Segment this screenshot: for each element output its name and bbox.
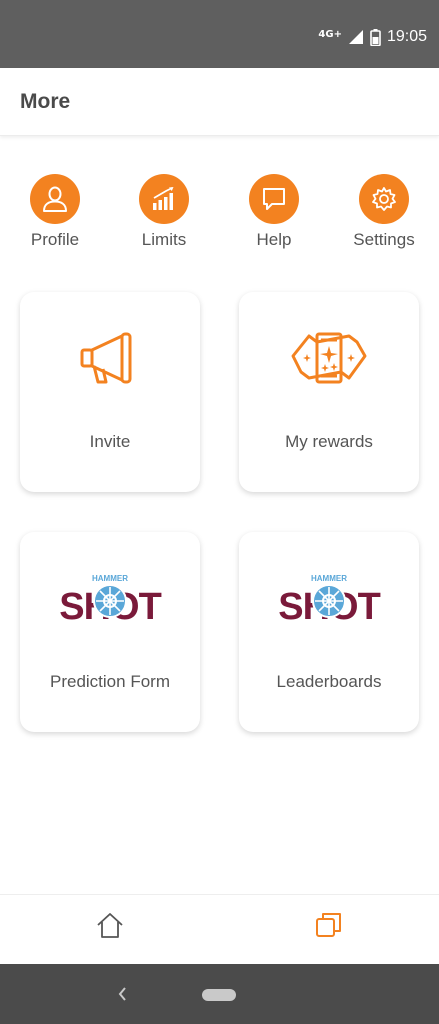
limits-label: Limits xyxy=(141,230,187,249)
prediction-form-card[interactable]: HAMMER SHOT Prediction Form xyxy=(20,532,200,732)
copy-icon xyxy=(316,913,341,937)
home-icon xyxy=(97,913,123,938)
clock: 19:05 xyxy=(386,28,427,45)
chevron-left-icon xyxy=(118,987,126,1001)
limits-button[interactable]: Limits xyxy=(109,174,219,250)
help-button[interactable]: Help xyxy=(219,174,329,250)
invite-card[interactable]: Invite xyxy=(20,292,200,492)
status-bar: 4G+ 19:05 xyxy=(0,0,439,68)
status-indicators: 4G+ 19:05 xyxy=(318,28,427,46)
my-rewards-label: My rewards xyxy=(285,432,373,451)
battery-icon xyxy=(370,28,381,46)
profile-label: Profile xyxy=(30,230,80,249)
home-nav-button[interactable] xyxy=(90,905,130,945)
gear-icon xyxy=(359,174,409,224)
settings-button[interactable]: Settings xyxy=(329,174,439,250)
tickets-icon xyxy=(239,326,419,390)
bar-chart-icon xyxy=(139,174,189,224)
signal-icon xyxy=(348,30,363,44)
network-type: 4G+ xyxy=(318,28,342,40)
invite-label: Invite xyxy=(89,432,131,451)
chat-bubble-icon xyxy=(249,174,299,224)
person-icon xyxy=(30,174,80,224)
system-home-pill[interactable] xyxy=(202,989,236,1001)
profile-button[interactable]: Profile xyxy=(0,174,110,250)
quick-actions-row: Profile Limits Help Settings xyxy=(0,174,439,254)
system-back-button[interactable] xyxy=(112,982,132,1006)
page-title: More xyxy=(20,90,71,113)
app-header: More xyxy=(0,68,439,136)
leaderboards-card[interactable]: HAMMER SHOT Leaderboards xyxy=(239,532,419,732)
megaphone-icon xyxy=(20,326,200,390)
svg-text:HAMMER: HAMMER xyxy=(311,574,347,583)
leaderboards-label: Leaderboards xyxy=(276,672,382,691)
more-nav-button[interactable] xyxy=(309,905,349,945)
hammer-shot-logo: HAMMER SHOT xyxy=(20,568,200,630)
settings-label: Settings xyxy=(353,230,415,249)
system-navigation-bar xyxy=(0,964,439,1024)
my-rewards-card[interactable]: My rewards xyxy=(239,292,419,492)
hammer-shot-logo: HAMMER SHOT xyxy=(239,568,419,630)
help-label: Help xyxy=(256,230,292,249)
bottom-nav xyxy=(0,894,439,964)
prediction-form-label: Prediction Form xyxy=(50,672,170,691)
svg-text:HAMMER: HAMMER xyxy=(92,574,128,583)
